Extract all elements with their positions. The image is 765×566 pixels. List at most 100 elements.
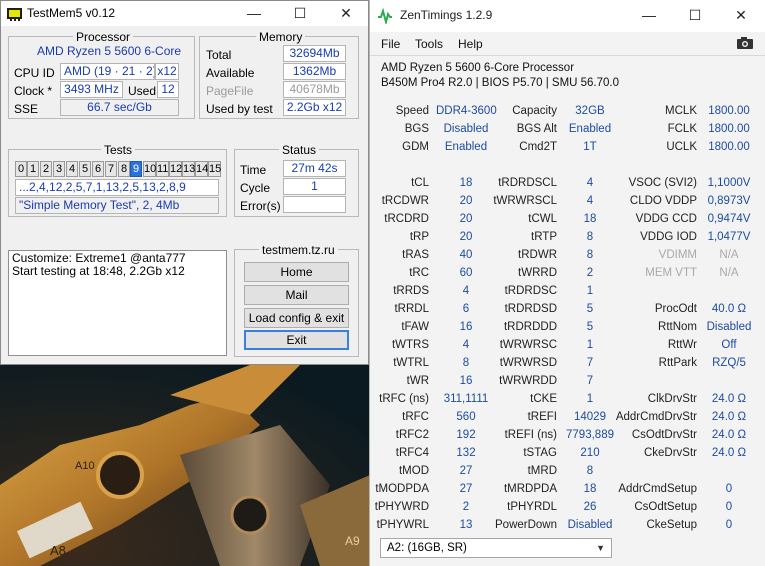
timing-value: 8 <box>462 357 470 369</box>
timing-value: 8 <box>586 465 594 477</box>
load-config-button[interactable]: Load config & exit <box>244 308 349 328</box>
timing-value: 18 <box>583 483 597 495</box>
timing-label: tWTRL <box>393 357 429 369</box>
timing-label: tRDRDDD <box>503 321 557 333</box>
cpuid-field: AMD (19 · 21 · 2) <box>60 63 155 80</box>
current-test-field: "Simple Memory Test", 2, 4Mb <box>15 197 219 214</box>
timing-label: tRFC (ns) <box>379 393 429 405</box>
memory-used-field: 2.2Gb x12 <box>283 99 346 116</box>
timing-value: 8 <box>586 249 594 261</box>
dimm-select[interactable]: A2: (16GB, SR) ▼ <box>380 538 612 558</box>
timing-label: RttNom <box>658 321 697 333</box>
timing-value: 1 <box>586 285 594 297</box>
timing-value: 26 <box>583 501 597 513</box>
timing-label: tRAS <box>402 249 429 261</box>
clock-label: Clock * <box>14 84 53 98</box>
cycle-field: 1 <box>283 178 346 195</box>
timing-value: 4 <box>586 195 594 207</box>
zentimings-titlebar[interactable]: ZenTimings 1.2.9 — ☐ ✕ <box>370 0 765 32</box>
timing-value: 1 <box>586 393 594 405</box>
mail-button[interactable]: Mail <box>244 285 349 305</box>
log-box[interactable]: Customize: Extreme1 @anta777 Start testi… <box>8 250 227 356</box>
wallpaper-mark-a8: A8 <box>50 543 66 558</box>
timing-value: 24.0 Ω <box>711 393 747 405</box>
timing-value: 8 <box>586 231 594 243</box>
timing-label: tRDRDSD <box>504 303 557 315</box>
timing-label: tSTAG <box>523 447 557 459</box>
status-group-label: Status <box>279 143 320 157</box>
memory-pagefile-label: PageFile <box>206 84 254 98</box>
zen-maximize-button[interactable]: ☐ <box>672 3 718 28</box>
timing-label: tRFC4 <box>395 447 429 459</box>
sse-field: 66.7 sec/Gb <box>60 99 179 116</box>
timing-label: MCLK <box>665 105 697 117</box>
timing-value: 32GB <box>575 105 605 117</box>
timing-value: RZQ/5 <box>712 357 746 369</box>
timing-label: PowerDown <box>495 519 557 531</box>
timing-label: tPHYRDL <box>507 501 557 513</box>
zen-minimize-button[interactable]: — <box>626 3 672 28</box>
dimm-select-value: A2: (16GB, SR) <box>387 542 467 554</box>
timing-value: 20 <box>459 231 473 243</box>
close-button[interactable]: ✕ <box>323 1 369 26</box>
minimize-button[interactable]: — <box>231 1 277 26</box>
zentimings-title: ZenTimings 1.2.9 <box>400 8 493 22</box>
timing-value: 132 <box>456 447 476 459</box>
memory-total-label: Total <box>206 48 232 62</box>
memory-available-field: 1362Mb <box>283 63 346 80</box>
timing-label: tRCDRD <box>384 213 429 225</box>
site-group-label: testmem.tz.ru <box>259 243 338 257</box>
timing-value: 1,0477V <box>707 231 751 243</box>
exit-button[interactable]: Exit <box>244 330 349 350</box>
maximize-icon: ☐ <box>688 7 702 23</box>
zen-close-button[interactable]: ✕ <box>718 3 764 28</box>
timing-value: N/A <box>719 249 739 261</box>
timing-label: CkeSetup <box>646 519 697 531</box>
cpu-info: AMD Ryzen 5 5600 6-Core Processor <box>381 62 575 74</box>
memory-available-label: Available <box>206 66 255 80</box>
test-cell: 3 <box>53 161 65 177</box>
timing-value: 18 <box>459 177 473 189</box>
test-sequence-field: ...2,4,12,2,5,7,1,13,2,5,13,2,8,9 <box>15 179 219 196</box>
time-label: Time <box>240 163 267 177</box>
timing-value: 60 <box>459 267 473 279</box>
errors-label: Error(s) <box>240 199 281 213</box>
timing-label: CsOdtDrvStr <box>631 429 697 441</box>
timing-label: tMOD <box>398 465 429 477</box>
timing-value: 2 <box>462 501 470 513</box>
timing-label: AddrCmdDrvStr <box>615 411 697 423</box>
menu-help[interactable]: Help <box>458 37 483 51</box>
timing-value: 0 <box>725 519 733 531</box>
timing-label: CLDO VDDP <box>629 195 697 207</box>
timing-label: RttPark <box>658 357 697 369</box>
timing-label: Cmd2T <box>519 141 557 153</box>
timing-label: tFAW <box>401 321 429 333</box>
menu-tools[interactable]: Tools <box>415 37 443 51</box>
timing-value: 5 <box>586 303 594 315</box>
wallpaper-mark-a10: A10 <box>75 460 95 472</box>
timing-value: 0 <box>725 501 733 513</box>
timing-value: 14029 <box>574 411 606 423</box>
close-icon: ✕ <box>340 5 352 21</box>
testmem-titlebar[interactable]: TestMem5 v0.12 — ☐ ✕ <box>1 1 368 26</box>
cpuid-mult-field: x12 <box>155 63 179 80</box>
timing-value: Enabled <box>568 123 612 135</box>
errors-field <box>283 196 346 213</box>
maximize-button[interactable]: ☐ <box>277 1 323 26</box>
timing-label: tRDRDSCL <box>498 177 557 189</box>
timing-label: tWRWRSCL <box>493 195 557 207</box>
test-cell: 0 <box>15 161 27 177</box>
home-button[interactable]: Home <box>244 262 349 282</box>
test-cell: 2 <box>40 161 52 177</box>
timing-label: Capacity <box>512 105 557 117</box>
used-label: Used <box>128 84 157 98</box>
timing-label: tREFI (ns) <box>504 429 557 441</box>
timing-value: 16 <box>459 321 473 333</box>
cycle-label: Cycle <box>240 181 271 195</box>
zentimings-window: ZenTimings 1.2.9 — ☐ ✕ File Tools Help A… <box>369 0 765 566</box>
timing-value: 27 <box>459 465 473 477</box>
screenshot-camera-icon[interactable] <box>736 36 754 50</box>
timing-label: tRDWR <box>518 249 557 261</box>
menu-file[interactable]: File <box>381 37 400 51</box>
timing-value: 4 <box>462 285 470 297</box>
